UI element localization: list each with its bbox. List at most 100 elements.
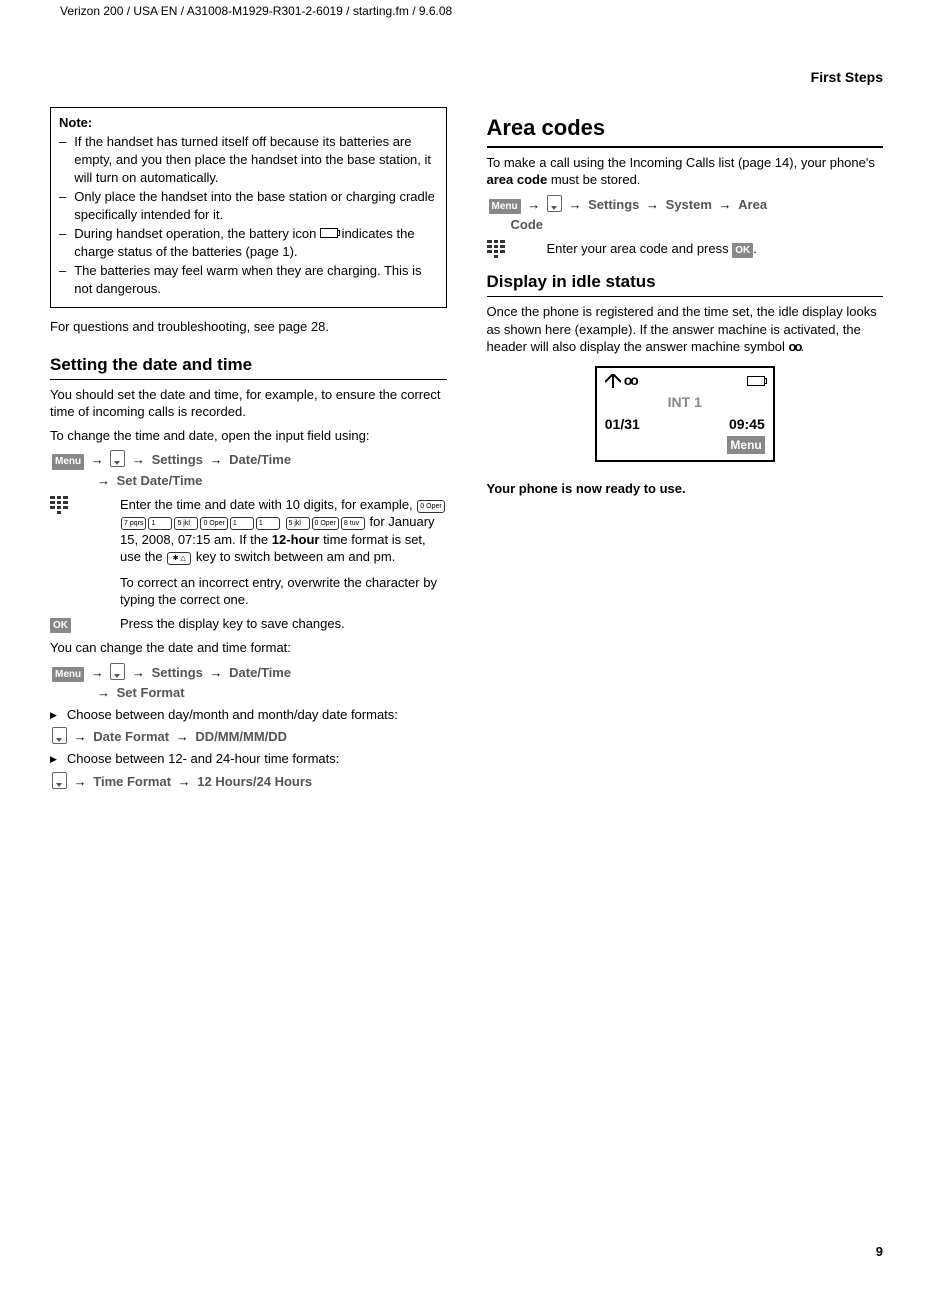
area-intro: To make a call using the Incoming Calls … xyxy=(487,154,884,189)
right-column: Area codes To make a call using the Inco… xyxy=(487,107,884,792)
path-area: Area xyxy=(738,197,767,212)
display-int-label: INT 1 xyxy=(605,393,765,412)
heading-set-date-time: Setting the date and time xyxy=(50,354,447,380)
ok-softkey[interactable]: OK xyxy=(732,243,753,259)
phone-idle-display: oo INT 1 01/31 09:45 Menu xyxy=(595,366,775,462)
correct-entry-text: To correct an incorrect entry, overwrite… xyxy=(120,574,447,609)
section-label: First Steps xyxy=(50,68,883,87)
key-7: 7 pqrs xyxy=(121,517,146,530)
press-ok-text: Press the display key to save changes. xyxy=(120,615,447,634)
path-set-date-time: Set Date/Time xyxy=(117,473,203,488)
battery-icon xyxy=(747,376,765,386)
key-1: 1 xyxy=(256,517,280,530)
arrow-icon: → xyxy=(74,729,87,744)
signal-icon: oo xyxy=(605,371,637,390)
battery-icon xyxy=(320,228,338,238)
answering-machine-icon: oo xyxy=(624,371,637,390)
troubleshoot-text: For questions and troubleshooting, see p… xyxy=(50,318,447,336)
note-item: If the handset has turned itself off bec… xyxy=(59,133,438,186)
instruction-enter-time: Enter the time and date with 10 digits, … xyxy=(50,496,447,609)
menu-path-set-format: Menu → → Settings → Date/Time xyxy=(50,663,447,683)
time-format-path: → Time Format → 12 Hours/24 Hours xyxy=(50,772,447,791)
path-settings: Settings xyxy=(152,665,203,680)
nav-down-icon[interactable] xyxy=(110,450,125,467)
menu-path-area-code-cont: Code xyxy=(487,216,884,234)
menu-path-set-format-cont: → Set Format xyxy=(50,684,447,702)
key-5: 5 jkl xyxy=(286,517,310,530)
key-8: 8 tuv xyxy=(341,517,365,530)
choose-time-text: Choose between 12- and 24-hour time form… xyxy=(50,750,447,768)
keypad-icon xyxy=(487,240,505,258)
arrow-icon: → xyxy=(178,774,191,789)
path-date-format: Date Format xyxy=(93,729,169,744)
key-1: 1 xyxy=(230,517,254,530)
nav-down-icon[interactable] xyxy=(52,727,67,744)
change-format-text: You can change the date and time format: xyxy=(50,639,447,657)
note-list: If the handset has turned itself off bec… xyxy=(59,133,438,297)
ok-softkey[interactable]: OK xyxy=(50,618,71,634)
key-0: 0 Oper xyxy=(312,517,339,530)
display-menu-softkey[interactable]: Menu xyxy=(727,436,764,454)
path-system: System xyxy=(666,197,712,212)
note-item: During handset operation, the battery ic… xyxy=(59,225,438,260)
datetime-intro: You should set the date and time, for ex… xyxy=(50,386,447,421)
note-item: Only place the handset into the base sta… xyxy=(59,188,438,223)
path-settings: Settings xyxy=(588,197,639,212)
choose-date-text: Choose between day/month and month/day d… xyxy=(50,706,447,724)
arrow-icon: → xyxy=(97,685,110,700)
doc-header-path: Verizon 200 / USA EN / A31008-M1929-R301… xyxy=(50,0,883,43)
arrow-icon: → xyxy=(527,197,540,212)
nav-down-icon[interactable] xyxy=(547,195,562,212)
arrow-icon: → xyxy=(719,197,732,212)
path-set-format: Set Format xyxy=(117,685,185,700)
note-title: Note: xyxy=(59,114,438,132)
ready-text: Your phone is now ready to use. xyxy=(487,480,884,498)
key-0: 0 Oper xyxy=(417,500,444,513)
menu-path-area-code: Menu → → Settings → System → Area xyxy=(487,195,884,215)
menu-softkey[interactable]: Menu xyxy=(52,454,84,470)
note-item: The batteries may feel warm when they ar… xyxy=(59,262,438,297)
menu-softkey[interactable]: Menu xyxy=(52,667,84,683)
heading-area-codes: Area codes xyxy=(487,113,884,148)
answering-machine-icon: oo xyxy=(789,338,801,356)
instruction-enter-area: Enter your area code and press OK. xyxy=(487,240,884,260)
instruction-ok: OK Press the display key to save changes… xyxy=(50,615,447,634)
key-5: 5 jkl xyxy=(174,517,198,530)
date-format-path: → Date Format → DD/MM/MM/DD xyxy=(50,727,447,746)
path-settings: Settings xyxy=(152,452,203,467)
note-box: Note: If the handset has turned itself o… xyxy=(50,107,447,308)
datetime-change: To change the time and date, open the in… xyxy=(50,427,447,445)
heading-idle-display: Display in idle status xyxy=(487,271,884,297)
arrow-icon: → xyxy=(132,452,145,467)
path-datetime: Date/Time xyxy=(229,452,291,467)
arrow-icon: → xyxy=(74,774,87,789)
key-1: 1 xyxy=(148,517,172,530)
arrow-icon: → xyxy=(97,473,110,488)
nav-down-icon[interactable] xyxy=(110,663,125,680)
path-time-format: Time Format xyxy=(93,774,171,789)
enter-area-text: Enter your area code and press OK. xyxy=(547,240,884,260)
arrow-icon: → xyxy=(210,665,223,680)
enter-time-text: Enter the time and date with 10 digits, … xyxy=(120,496,447,609)
path-time-format-vals: 12 Hours/24 Hours xyxy=(197,774,312,789)
nav-down-icon[interactable] xyxy=(52,772,67,789)
left-column: Note: If the handset has turned itself o… xyxy=(50,107,447,792)
display-date: 01/31 xyxy=(605,415,640,434)
path-date-format-vals: DD/MM/MM/DD xyxy=(195,729,287,744)
key-star: ✱ △ xyxy=(167,552,191,565)
path-datetime: Date/Time xyxy=(229,665,291,680)
arrow-icon: → xyxy=(91,452,104,467)
menu-path-set-date-cont: → Set Date/Time xyxy=(50,472,447,490)
arrow-icon: → xyxy=(646,197,659,212)
arrow-icon: → xyxy=(568,197,581,212)
arrow-icon: → xyxy=(210,452,223,467)
menu-softkey[interactable]: Menu xyxy=(489,199,521,215)
key-0: 0 Oper xyxy=(200,517,227,530)
menu-path-set-date: Menu → → Settings → Date/Time xyxy=(50,450,447,470)
page-number: 9 xyxy=(876,1243,883,1261)
display-time: 09:45 xyxy=(729,416,765,432)
arrow-icon: → xyxy=(91,665,104,680)
keypad-icon xyxy=(50,496,68,514)
arrow-icon: → xyxy=(176,729,189,744)
arrow-icon: → xyxy=(132,665,145,680)
